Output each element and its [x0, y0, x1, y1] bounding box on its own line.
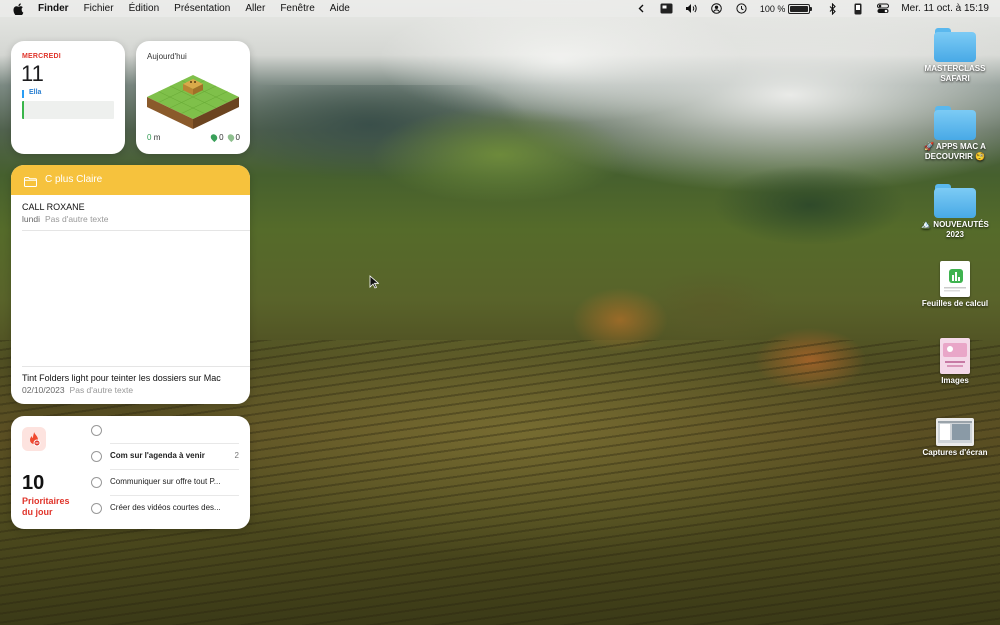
battery-icon[interactable]	[788, 3, 813, 14]
calendar-event-block[interactable]	[22, 101, 114, 119]
battery-level	[790, 5, 809, 12]
volume-icon[interactable]	[685, 2, 698, 15]
task-text: Créer des vidéos courtes des...	[110, 503, 221, 512]
desktop-file-images[interactable]: Images	[915, 338, 995, 386]
desktop-folder-masterclass-safari[interactable]: MASTERCLASS SAFARI	[915, 28, 995, 84]
note-meta: lundi Pas d'autre texte	[22, 214, 109, 224]
desktop-folder-nouveautes[interactable]: 🏔️ NOUVEAUTÉS 2023	[915, 184, 995, 240]
desktop-icon-label: 🏔️ NOUVEAUTÉS	[921, 220, 989, 229]
wallpaper-foliage	[560, 270, 880, 390]
user-icon[interactable]	[710, 2, 723, 15]
calendar-widget[interactable]: MERCREDI 11 Ella	[11, 41, 125, 154]
leaf-icon	[209, 132, 219, 143]
flame-icon	[22, 427, 46, 451]
game-distance-unit: m	[153, 133, 161, 142]
game-distance: 0 m	[147, 133, 160, 142]
note-date: lundi	[22, 214, 40, 224]
desktop-icon-label: Images	[941, 376, 969, 385]
isometric-field-icon	[147, 75, 239, 129]
note-title[interactable]: CALL ROXANE	[22, 202, 85, 212]
note-divider	[22, 366, 250, 367]
note-divider	[22, 230, 250, 231]
desktop-icon-label: MASTERCLASS	[924, 64, 986, 73]
note-preview: Pas d'autre texte	[44, 214, 109, 224]
game-widget-title: Aujourd'hui	[147, 52, 187, 61]
toggle-icon[interactable]	[876, 2, 889, 15]
desktop-icon-label: Feuilles de calcul	[921, 299, 989, 308]
todo-widget[interactable]: 10 Prioritaires du jour Com sur l'agenda…	[11, 416, 250, 529]
menu-edition[interactable]: Édition	[129, 0, 160, 17]
desktop-icon-label: 🚀 APPS MAC A	[924, 142, 986, 151]
notes-widget[interactable]: C plus Claire CALL ROXANE lundi Pas d'aut…	[11, 165, 250, 404]
priority-label: Prioritaires du jour	[22, 496, 70, 518]
spreadsheet-icon	[940, 261, 970, 297]
task-item[interactable]: Com sur l'agenda à venir 2	[91, 444, 239, 470]
desktop-icon-label: 2023	[946, 230, 964, 239]
mouse-cursor-icon	[369, 275, 379, 289]
game-widget[interactable]: Aujourd'hui 0 m 0 0	[136, 41, 250, 154]
desktop-icon-label: DECOUVRIR 🧐	[924, 152, 986, 161]
notes-folder-name: C plus Claire	[45, 174, 103, 185]
note-title[interactable]: Tint Folders light pour teinter les doss…	[22, 373, 221, 383]
calendar-event-title: Ella	[29, 89, 42, 96]
priority-label-line1: Prioritaires	[22, 496, 70, 506]
menu-bar: Finder Fichier Édition Présentation Alle…	[0, 0, 1000, 17]
folder-icon	[934, 28, 976, 62]
phone-icon[interactable]	[851, 2, 864, 15]
menu-aide[interactable]: Aide	[330, 0, 350, 17]
desktop-icon-label: Captures d'écran	[922, 448, 988, 457]
task-subcount: 2	[234, 451, 239, 460]
task-item[interactable]	[91, 418, 239, 444]
task-checkbox[interactable]	[91, 425, 102, 436]
battery-percent: 100 %	[759, 3, 786, 14]
calendar-date: 11	[21, 61, 44, 86]
folder-icon	[934, 106, 976, 140]
task-item[interactable]: Créer des vidéos courtes des...	[91, 496, 239, 522]
game-counts: 0 0	[207, 132, 240, 143]
task-checkbox[interactable]	[91, 503, 102, 514]
screenshot-file-icon	[936, 418, 974, 446]
menu-aller[interactable]: Aller	[245, 0, 265, 17]
priority-label-line2: du jour	[22, 507, 53, 517]
menu-fenetre[interactable]: Fenêtre	[280, 0, 314, 17]
task-text: Communiquer sur offre tout P...	[110, 477, 221, 486]
game-count-a: 0	[219, 133, 224, 142]
apple-menu-icon[interactable]	[13, 2, 25, 15]
task-checkbox[interactable]	[91, 477, 102, 488]
desktop-file-feuilles-de-calcul[interactable]: Feuilles de calcul	[915, 261, 995, 309]
bluetooth-icon[interactable]	[826, 2, 839, 15]
desktop-folder-apps-mac[interactable]: 🚀 APPS MAC A DECOUVRIR 🧐	[915, 106, 995, 162]
menu-presentation[interactable]: Présentation	[174, 0, 230, 17]
menu-fichier[interactable]: Fichier	[84, 0, 114, 17]
image-file-icon	[940, 338, 970, 374]
task-item[interactable]: Communiquer sur offre tout P...	[91, 470, 239, 496]
calendar-day-name: MERCREDI	[22, 53, 61, 60]
leaf-outline-icon	[225, 132, 236, 143]
chevron-left-icon[interactable]	[635, 2, 648, 15]
task-checkbox[interactable]	[91, 451, 102, 462]
priority-count: 10	[22, 472, 45, 494]
control-center-icon[interactable]	[660, 2, 673, 15]
note-preview: Pas d'autre texte	[69, 385, 134, 395]
desktop-icon-label: SAFARI	[940, 74, 970, 83]
notes-header[interactable]: C plus Claire	[11, 165, 250, 195]
folder-icon	[24, 174, 37, 192]
note-date: 02/10/2023	[22, 385, 65, 395]
time-machine-icon[interactable]	[735, 2, 748, 15]
wallpaper-hills	[250, 85, 1000, 265]
menu-finder[interactable]: Finder	[38, 0, 69, 17]
menubar-clock[interactable]: Mer. 11 oct. à 15:19	[901, 3, 989, 14]
game-count-b: 0	[235, 133, 240, 142]
calendar-event[interactable]: Ella	[22, 89, 115, 98]
game-distance-value: 0	[147, 133, 152, 142]
task-text: Com sur l'agenda à venir	[110, 451, 205, 460]
desktop-file-captures-ecran[interactable]: Captures d'écran	[915, 418, 995, 458]
note-meta: 02/10/2023 Pas d'autre texte	[22, 385, 133, 395]
folder-icon	[934, 184, 976, 218]
